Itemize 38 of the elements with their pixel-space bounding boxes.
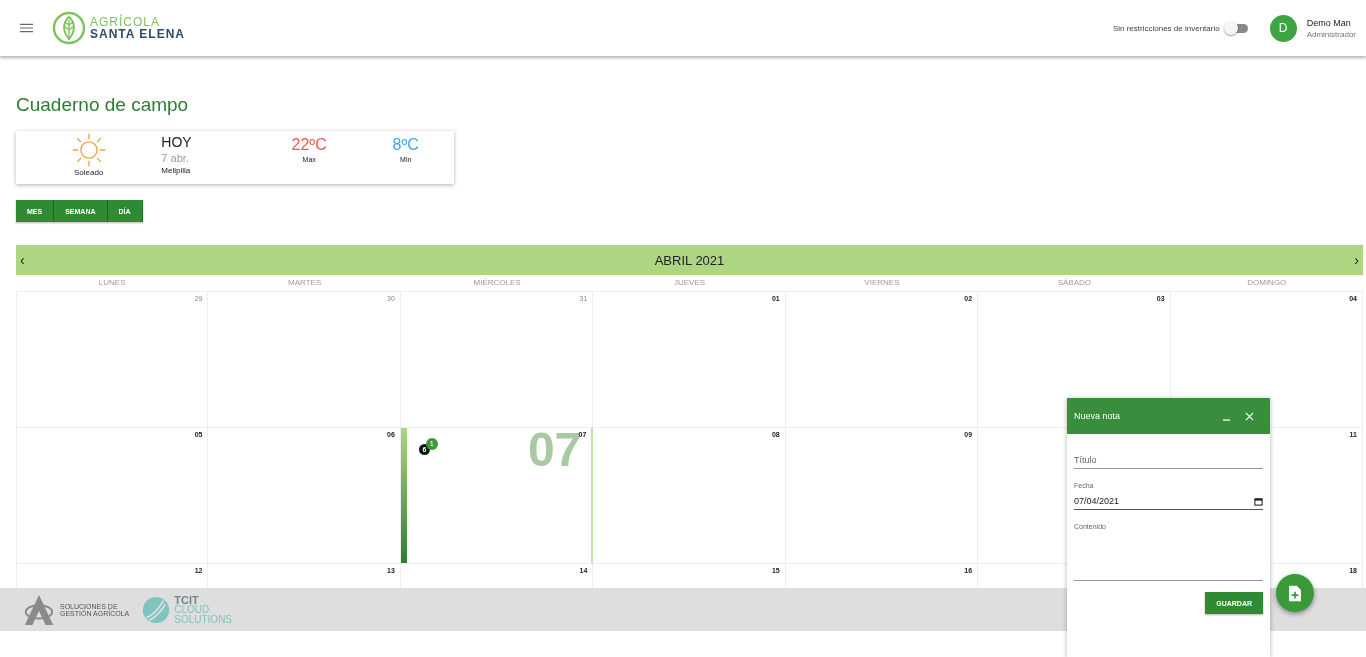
date-field[interactable]: 07/04/2021 [1074, 491, 1263, 510]
menu-icon[interactable] [20, 23, 33, 33]
tcit-name: TCIT [174, 594, 199, 605]
max-temperature: 22ºC [291, 136, 327, 154]
brand-name: AGRÍCOLA [90, 16, 161, 28]
weekday-label: LUNES [97, 277, 127, 289]
calendar-icon[interactable] [1254, 496, 1263, 506]
event-badge: 1 [425, 438, 438, 450]
leaf-logo-icon [52, 11, 86, 45]
month-title: ABRIL 2021 [654, 252, 725, 268]
next-month-button[interactable]: › [1350, 252, 1363, 268]
weekday-label: DOMINGO [1246, 277, 1288, 289]
min-temperature: 8ºC [392, 136, 419, 154]
tcit-logo-icon [141, 594, 172, 625]
dialog-title: Nueva nota [1074, 411, 1122, 421]
user-name: Demo Man [1306, 17, 1352, 28]
brand-name: SANTA ELENA [90, 28, 185, 40]
previous-month-button[interactable]: ‹ [16, 252, 29, 268]
location-label: Melipilla [161, 166, 192, 175]
weekday-label: JUEVES [672, 277, 707, 289]
tcit-name: SOLUTIONS [174, 614, 233, 625]
date-label: 7 abr. [161, 151, 190, 166]
add-note-button[interactable] [1276, 574, 1314, 612]
user-role: Administrador [1306, 29, 1356, 39]
add-file-icon [1288, 584, 1302, 602]
toggle-label: Sin restricciones de inventario [1112, 23, 1220, 33]
toggle-switch[interactable] [1225, 23, 1248, 33]
tcit-name: CLOUD [174, 604, 211, 615]
day-label: HOY [161, 134, 193, 151]
avatar[interactable]: D [1269, 14, 1297, 42]
weekday-label: VIERNES [863, 277, 901, 289]
weekday-label: MIÉRCOLES [472, 277, 522, 289]
close-icon[interactable] [1245, 411, 1254, 421]
sun-icon [70, 132, 107, 168]
weekday-label: MARTES [287, 277, 323, 289]
weather-condition: Soleado [74, 168, 104, 177]
weekday-label: SÁBADO [1056, 277, 1092, 289]
page-title: Cuaderno de campo [16, 93, 190, 117]
